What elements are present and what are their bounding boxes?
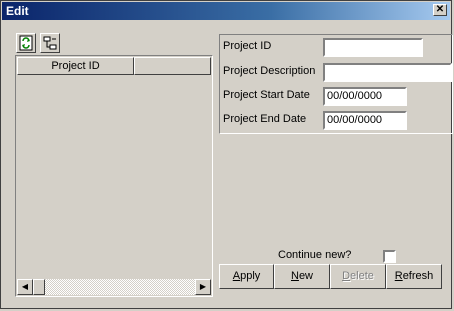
column-header-project-id[interactable]: Project ID xyxy=(17,57,134,75)
refresh-tool-button[interactable] xyxy=(16,33,36,53)
action-button-bar: Apply New Delete Refresh xyxy=(219,264,443,290)
project-start-date-label: Project Start Date xyxy=(223,89,310,101)
scroll-left-button[interactable]: ◀ xyxy=(17,279,33,295)
refresh-icon xyxy=(19,35,33,51)
project-start-date-field[interactable]: 00/00/0000 xyxy=(323,87,407,106)
scroll-track[interactable] xyxy=(33,279,195,295)
project-id-label: Project ID xyxy=(223,40,272,52)
tree-icon xyxy=(43,36,57,50)
horizontal-scrollbar[interactable]: ◀ ▶ xyxy=(17,279,211,295)
delete-button[interactable]: Delete xyxy=(330,264,386,289)
project-end-date-field[interactable]: 00/00/0000 xyxy=(323,111,407,130)
window-title: Edit xyxy=(6,4,29,18)
project-end-date-label: Project End Date xyxy=(223,113,307,125)
continue-new-checkbox[interactable] xyxy=(383,250,396,263)
project-form: Project ID Project Description Project S… xyxy=(219,34,453,134)
title-bar[interactable]: Edit ✕ xyxy=(2,2,450,20)
project-list[interactable]: Project ID ◀ ▶ xyxy=(15,55,213,297)
left-arrow-icon: ◀ xyxy=(21,282,29,291)
refresh-button[interactable]: Refresh xyxy=(386,264,442,289)
new-button[interactable]: New xyxy=(274,264,330,289)
continue-new-label: Continue new? xyxy=(278,249,352,261)
project-description-field[interactable] xyxy=(323,63,452,82)
scroll-right-button[interactable]: ▶ xyxy=(195,279,211,295)
right-arrow-icon: ▶ xyxy=(199,282,207,291)
project-description-label: Project Description xyxy=(223,65,316,77)
tree-tool-button[interactable] xyxy=(40,33,60,53)
project-id-field[interactable] xyxy=(323,38,423,57)
column-header-blank[interactable] xyxy=(134,57,211,75)
close-icon: ✕ xyxy=(435,4,445,15)
edit-window: Edit ✕ Project ID ◀ ▶ Project ID Project… xyxy=(0,0,453,309)
apply-button[interactable]: Apply xyxy=(219,264,274,289)
close-button[interactable]: ✕ xyxy=(433,4,447,16)
scroll-thumb[interactable] xyxy=(33,279,45,295)
